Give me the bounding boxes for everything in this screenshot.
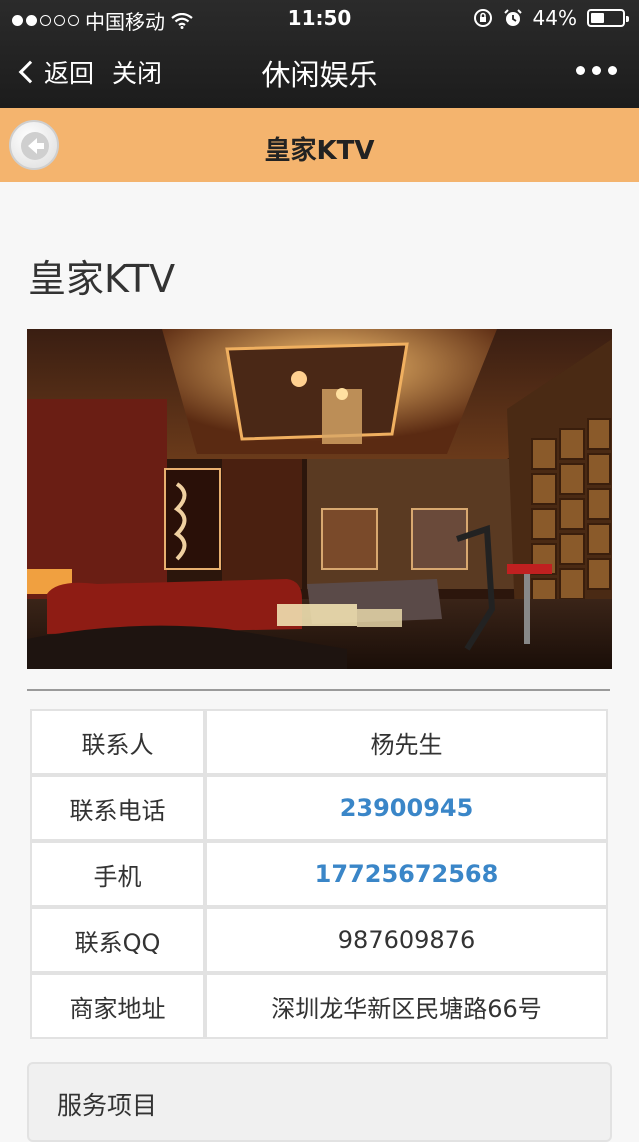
page-title: 皇家KTV <box>28 257 176 301</box>
address-label: 商家地址 <box>30 973 205 1039</box>
services-title: 服务项目 <box>57 1091 158 1120</box>
page-header: 皇家KTV <box>0 108 639 182</box>
venue-photo <box>27 329 612 669</box>
status-right: 44% <box>473 6 629 30</box>
top-bar: 中国移动 11:50 44% 返回 关闭 休闲娱乐 <box>0 0 639 108</box>
qq-value: 987609876 <box>205 907 608 973</box>
table-row: 商家地址 深圳龙华新区民塘路66号 <box>30 973 608 1039</box>
table-row: 联系电话 23900945 <box>30 775 608 841</box>
nav-title: 休闲娱乐 <box>261 58 378 92</box>
mobile-label: 手机 <box>30 841 205 907</box>
status-bar: 中国移动 11:50 44% <box>0 0 639 36</box>
table-row: 联系人 杨先生 <box>30 709 608 775</box>
phone-link[interactable]: 23900945 <box>205 775 608 841</box>
mobile-link[interactable]: 17725672568 <box>205 841 608 907</box>
ktv-room-illustration <box>27 329 612 669</box>
divider <box>27 689 610 691</box>
alarm-icon <box>503 9 522 26</box>
table-row: 手机 17725672568 <box>30 841 608 907</box>
services-section[interactable]: 服务项目 <box>27 1062 612 1142</box>
more-options-icon[interactable] <box>576 66 617 75</box>
navigation-bar: 返回 关闭 休闲娱乐 <box>0 36 639 108</box>
contact-person-value: 杨先生 <box>205 709 608 775</box>
contact-person-label: 联系人 <box>30 709 205 775</box>
qq-label: 联系QQ <box>30 907 205 973</box>
content-area: 皇家KTV 联系人 杨先生 联系电话 23900945 手机 177256725… <box>0 182 639 1142</box>
rotation-lock-icon <box>473 9 492 27</box>
contact-info-table: 联系人 杨先生 联系电话 23900945 手机 17725672568 联系Q… <box>30 709 608 1039</box>
header-title: 皇家KTV <box>264 136 375 166</box>
battery-icon <box>587 9 629 27</box>
table-row: 联系QQ 987609876 <box>30 907 608 973</box>
phone-label: 联系电话 <box>30 775 205 841</box>
address-value: 深圳龙华新区民塘路66号 <box>205 973 608 1039</box>
battery-percent: 44% <box>532 6 577 30</box>
